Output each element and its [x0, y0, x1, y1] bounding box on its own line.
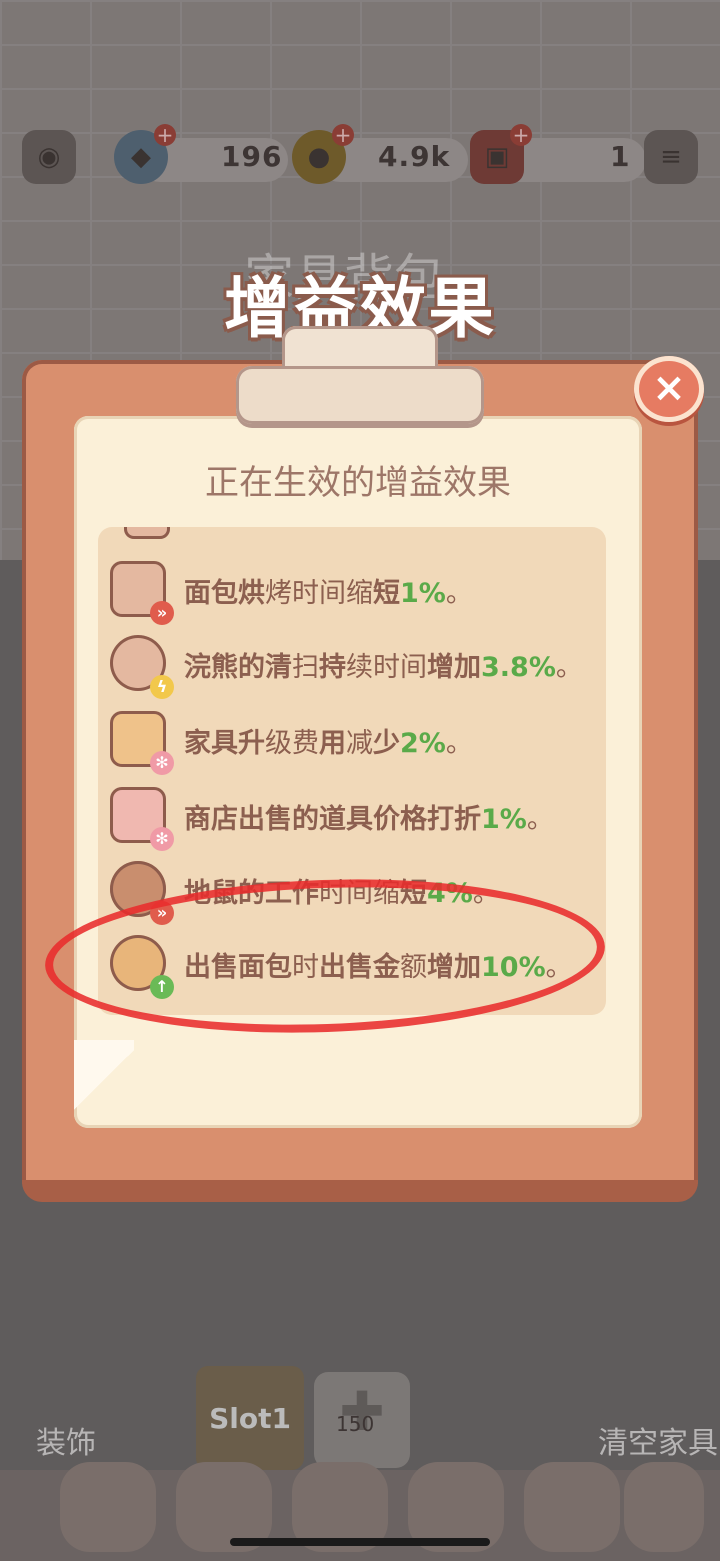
gem-count: 196 — [221, 140, 283, 173]
oven-icon: » — [110, 561, 174, 625]
decorate-button[interactable]: 装饰 — [36, 1418, 96, 1462]
add-ticket-button[interactable]: + — [510, 124, 532, 146]
raccoon-icon: ϟ — [110, 635, 174, 699]
popup-subtitle: 正在生效的增益效果 — [205, 463, 511, 503]
buff-row: » 面包烘烤时间缩短1%。 — [106, 557, 606, 625]
notebook-icon[interactable]: ≡ — [644, 130, 698, 184]
add-coin-button[interactable]: + — [332, 124, 354, 146]
buff-row: ✻ 商店出售的道具价格打折1%。 — [106, 783, 606, 851]
buff-text: 浣熊的清扫持续时间增加3.8%。 — [184, 652, 583, 683]
ticket-count: 1 — [610, 140, 631, 173]
buff-text: 面包烘烤时间缩短1%。 — [184, 578, 473, 609]
resource-bar: ◉ ◆ + 196 ● + 4.9k ▣ + 1 ≡ — [18, 124, 702, 186]
clear-furniture-button[interactable]: 清空家具 — [598, 1418, 718, 1462]
camera-icon[interactable]: ◉ — [22, 130, 76, 184]
category-unicorn-icon[interactable] — [624, 1462, 704, 1552]
category-shop-icon[interactable] — [60, 1462, 156, 1552]
buff-text: 家具升级费用减少2%。 — [184, 728, 473, 759]
coin-count: 4.9k — [378, 140, 451, 173]
slot1-button[interactable]: Slot1 — [196, 1366, 304, 1470]
buff-row: ✻ 家具升级费用减少2%。 — [106, 707, 606, 775]
category-flower-icon[interactable] — [524, 1462, 620, 1552]
clipboard-shadow — [22, 1180, 698, 1202]
buff-row: ϟ 浣熊的清扫持续时间增加3.8%。 — [106, 631, 606, 699]
buff-text: 商店出售的道具价格打折1%。 — [184, 804, 554, 835]
home-indicator — [230, 1538, 490, 1546]
paper-curl — [74, 1040, 134, 1120]
shop-icon: ✻ — [110, 787, 174, 851]
close-button[interactable]: × — [634, 356, 704, 422]
cabinet-icon: ✻ — [110, 711, 174, 775]
add-slot-button[interactable]: ✚ 150 — [314, 1372, 410, 1468]
clipboard-clip — [236, 326, 484, 424]
add-slot-cost: 150 — [336, 1412, 375, 1436]
add-gem-button[interactable]: + — [154, 124, 176, 146]
partial-buff-icon — [124, 527, 170, 539]
